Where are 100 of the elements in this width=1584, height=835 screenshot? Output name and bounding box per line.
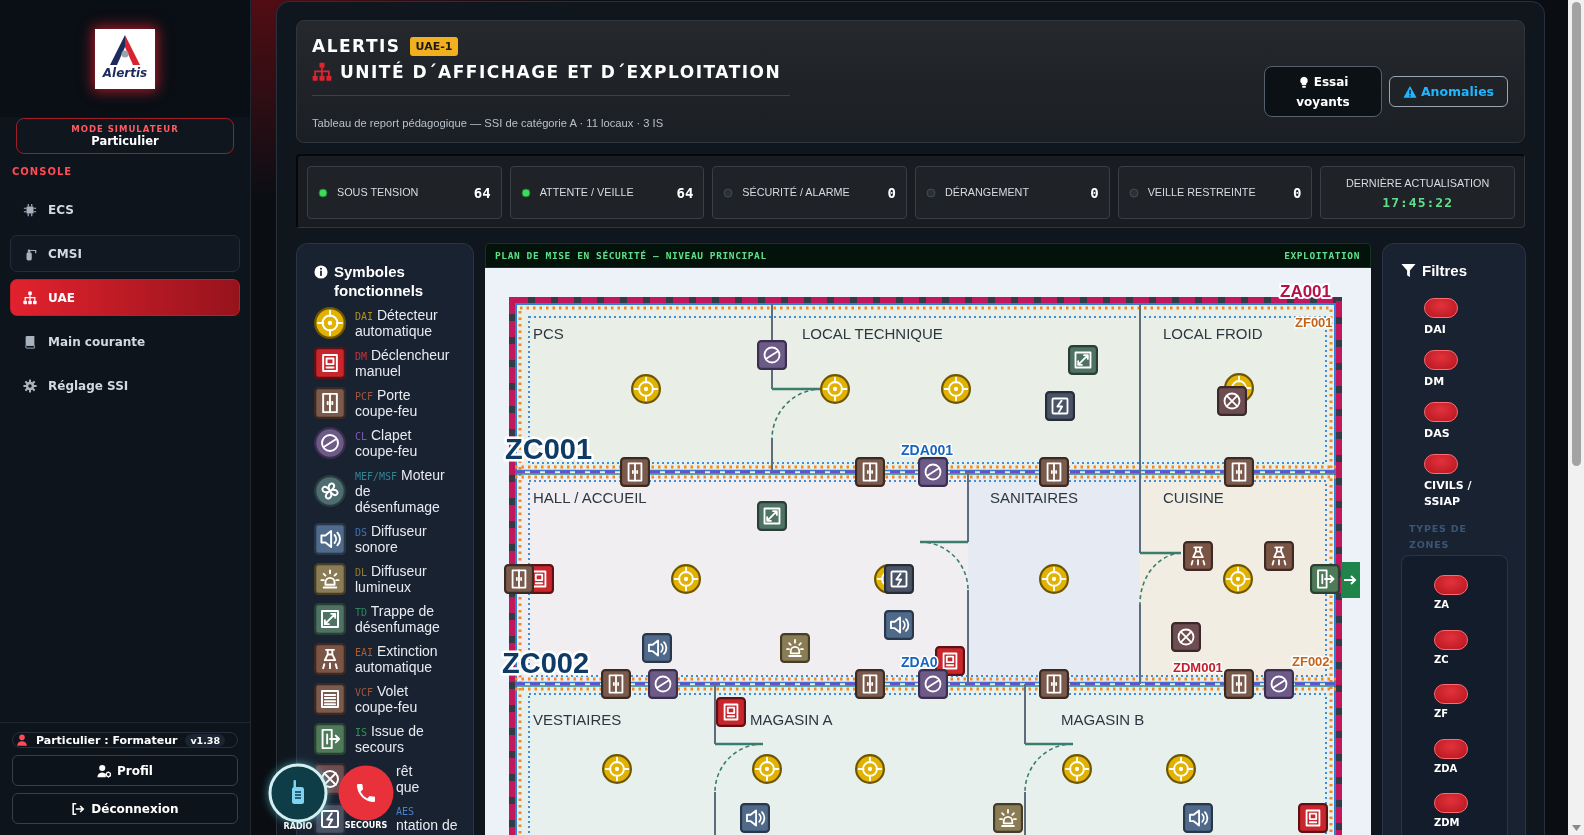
profile-button[interactable]: Profil [12,755,238,786]
double-door-icon [1039,457,1069,487]
zone-types-heading: TYPES DE ZONES [1409,522,1468,552]
filter-label: DAS [1424,426,1451,442]
nav-item[interactable]: CMSI [10,235,240,272]
zone-filter-switch[interactable] [1434,684,1468,704]
filter-switch[interactable] [1424,402,1458,422]
section-heading: CONSOLE [12,166,73,178]
legend-label: DL Diffuseur lumineux [355,563,428,595]
plan-mode: EXPLOITATION [1284,250,1360,261]
beacon-icon [993,803,1023,833]
filter-label: ZDA [1434,761,1458,775]
legend-title: Symboles fonctionnels [334,262,425,300]
room-label: PCS [533,325,564,342]
update-label: DERNIÈRE ACTUALISATION [1346,175,1490,191]
emergency-button[interactable]: SECOURS [336,763,396,830]
nav-item[interactable]: ECS [10,191,240,228]
zone-label: ZA001 [1280,282,1332,301]
room-label: CUISINE [1163,489,1224,506]
double-door-icon [1224,457,1254,487]
filter-label: ZA [1434,598,1449,611]
zone-label: ZF002 [1292,654,1330,669]
test-lamps-button[interactable]: Essai voyants [1264,66,1382,117]
call-point-icon [314,347,346,379]
plan-title: PLAN DE MISE EN SÉCURITÉ — NIVEAU PRINCIPAL [495,250,767,261]
diagonal-arrows-icon [757,501,787,531]
fan-icon [314,475,346,507]
user-label: Particulier : Formateur [36,733,178,747]
filter-label: ZDM [1434,816,1460,829]
zone-label: ZF001 [1295,315,1333,330]
door-swing [714,742,764,793]
mode-label: MODE SIMULATEUR [71,124,179,134]
legend-label: DM Déclencheur manuel [355,347,451,379]
page-subtitle: Tableau de report pédagogique — SSI de catégorie A · 11 locaux · 3 IS [312,116,665,131]
call-point-icon [935,646,965,676]
user-gear-icon [97,763,111,778]
bulb-icon [1297,76,1310,88]
sitemap-icon [312,62,332,82]
filter-switch[interactable] [1424,454,1458,474]
room-label: HALL / ACCUEIL [533,489,647,506]
legend-label: IS Issue de secours [355,723,425,755]
legend-label: TD Trappe de désenfumage [355,603,441,635]
diagonal-arrows-icon [1068,345,1098,375]
room-label: MAGASIN A [750,711,833,728]
radio-button[interactable]: RADIO [268,763,328,831]
status-count: 0 [1292,184,1302,201]
legend-label: DAI Détecteur automatique [355,307,439,339]
page-title: UNITÉ D´AFFICHAGE ET D´EXPLOITATION [340,63,782,81]
nav-item[interactable]: Réglage SSI [10,367,240,404]
scrollbar-track[interactable] [1568,0,1584,835]
filter-switch[interactable] [1424,298,1458,318]
crosshair-icon [314,307,346,339]
logout-button[interactable]: Déconnexion [12,793,238,824]
speaker-icon [740,803,770,833]
legend-label: EAI Extinction automatique [355,643,439,675]
exit-door-icon [1310,564,1340,594]
legend-label: PCF Porte coupe-feu [355,387,419,419]
zone-filter-switch[interactable] [1434,629,1468,650]
status-count: 64 [676,184,694,201]
exit-door-icon [314,723,346,755]
logo-letter-icon [108,33,142,66]
logo-text: Alertis [102,66,148,79]
zone-filter-switch[interactable] [1434,738,1468,759]
update-time: 17:45:22 [1382,195,1453,211]
legend-label: MEF/MSF Moteur de désenfumage [355,467,446,515]
unit-tag: UAE-1 [409,37,459,56]
beacon-icon [314,563,346,595]
status-count: 0 [1090,184,1099,201]
lightning-icon [1045,391,1075,421]
door-swing [919,540,969,591]
scroll-down-icon[interactable] [1572,825,1581,831]
diagonal-arrows-icon [314,603,346,635]
status-count: 0 [887,184,896,201]
status-label: ATTENTE / VEILLE [539,185,634,201]
speaker-icon [314,523,346,555]
warning-icon [1402,84,1417,99]
slatted-panel-icon [314,683,346,715]
zone-filter-switch[interactable] [1434,575,1468,595]
sitemap-icon [23,290,37,305]
room-label: LOCAL FROID [1163,325,1263,342]
double-door-icon [1039,669,1069,699]
book-icon [23,334,37,349]
double-door-icon [601,669,631,699]
filter-icon [1401,263,1416,278]
lightning-icon [884,564,914,594]
sprinkler-icon [1183,541,1213,571]
status-label: SOUS TENSION [337,185,419,201]
anomalies-button[interactable]: Anomalies [1389,76,1508,107]
settings-icon [23,378,37,393]
zone-filter-switch[interactable] [1434,793,1468,813]
logout-icon [71,801,86,816]
version-tag: v1.38 [185,733,226,747]
double-door-icon [1224,669,1254,699]
filter-switch[interactable] [1424,350,1458,370]
legend-label: DS Diffuseur sonore [355,523,428,555]
nav-item[interactable]: UAE [10,279,240,316]
nav-item[interactable]: Main courante [10,323,240,360]
door-swing [1139,551,1182,605]
scrollbar-thumb[interactable] [1572,2,1581,466]
double-door-icon [855,457,885,487]
